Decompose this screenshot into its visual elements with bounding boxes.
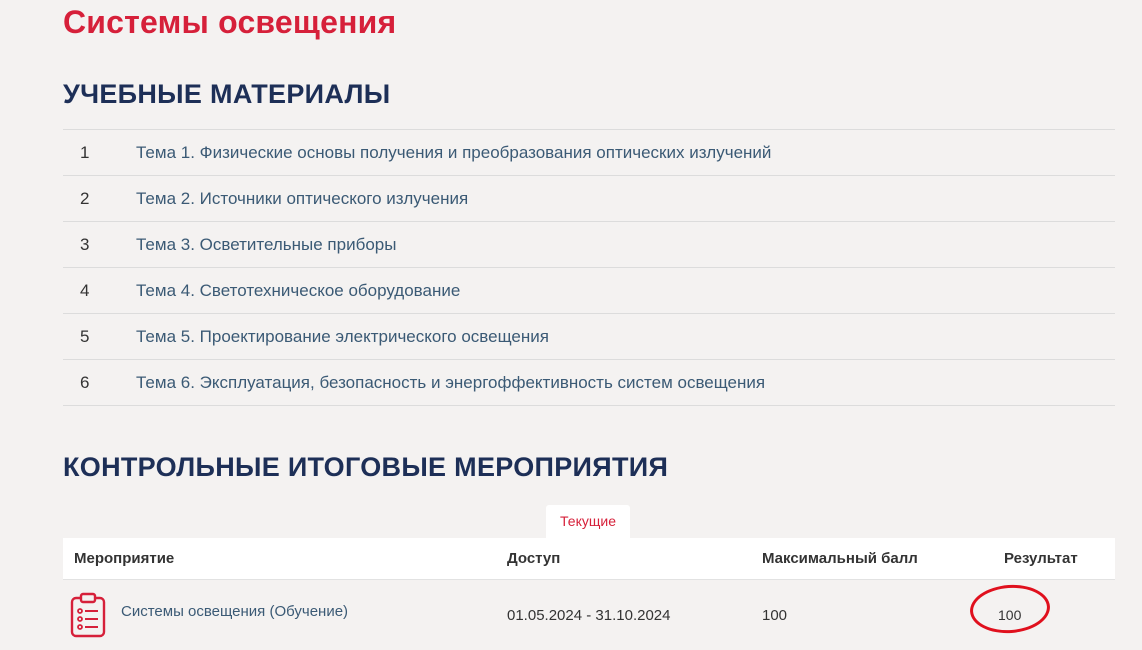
events-table-header: Мероприятие Доступ Максимальный балл Рез… — [63, 538, 1115, 580]
material-link[interactable]: Тема 1. Физические основы получения и пр… — [136, 143, 771, 163]
tab-current[interactable]: Текущие — [546, 505, 630, 539]
test-checklist-icon — [70, 592, 106, 638]
material-link[interactable]: Тема 3. Осветительные приборы — [136, 235, 396, 255]
material-number: 1 — [80, 142, 90, 162]
material-item-4[interactable]: 4 Тема 4. Светотехническое оборудование — [63, 268, 1115, 314]
material-link[interactable]: Тема 4. Светотехническое оборудование — [136, 281, 460, 301]
material-number: 2 — [80, 188, 90, 208]
material-number: 4 — [80, 280, 90, 300]
event-link[interactable]: Системы освещения (Обучение) — [121, 603, 348, 620]
material-link[interactable]: Тема 5. Проектирование электрического ос… — [136, 327, 549, 347]
events-heading: КОНТРОЛЬНЫЕ ИТОГОВЫЕ МЕРОПРИЯТИЯ — [63, 452, 669, 482]
material-item-2[interactable]: 2 Тема 2. Источники оптического излучени… — [63, 176, 1115, 222]
access-cell: 01.05.2024 - 31.10.2024 — [507, 606, 671, 624]
table-row: Системы освещения (Обучение) 01.05.2024 … — [63, 580, 1115, 650]
material-number: 6 — [80, 372, 90, 392]
material-item-1[interactable]: 1 Тема 1. Физические основы получения и … — [63, 130, 1115, 176]
column-header-max-score: Максимальный балл — [762, 550, 918, 567]
result-cell: 100 — [968, 581, 1115, 636]
material-link[interactable]: Тема 2. Источники оптического излучения — [136, 189, 468, 209]
page-title: Системы освещения — [63, 4, 397, 40]
max-score-cell: 100 — [762, 606, 788, 624]
material-item-5[interactable]: 5 Тема 5. Проектирование электрического … — [63, 314, 1115, 360]
material-number: 5 — [80, 326, 90, 346]
column-header-event: Мероприятие — [74, 550, 175, 567]
event-cell: Системы освещения (Обучение) — [63, 591, 507, 639]
material-number: 3 — [80, 234, 90, 254]
material-item-3[interactable]: 3 Тема 3. Осветительные приборы — [63, 222, 1115, 268]
column-header-access: Доступ — [507, 550, 561, 567]
materials-list: 1 Тема 1. Физические основы получения и … — [63, 129, 1115, 406]
events-table: Мероприятие Доступ Максимальный балл Рез… — [63, 538, 1115, 650]
result-value: 100 — [998, 606, 1022, 623]
material-link[interactable]: Тема 6. Эксплуатация, безопасность и эне… — [136, 373, 765, 393]
material-item-6[interactable]: 6 Тема 6. Эксплуатация, безопасность и э… — [63, 360, 1115, 406]
column-header-result: Результат — [1004, 550, 1078, 567]
materials-heading: УЧЕБНЫЕ МАТЕРИАЛЫ — [63, 79, 391, 109]
